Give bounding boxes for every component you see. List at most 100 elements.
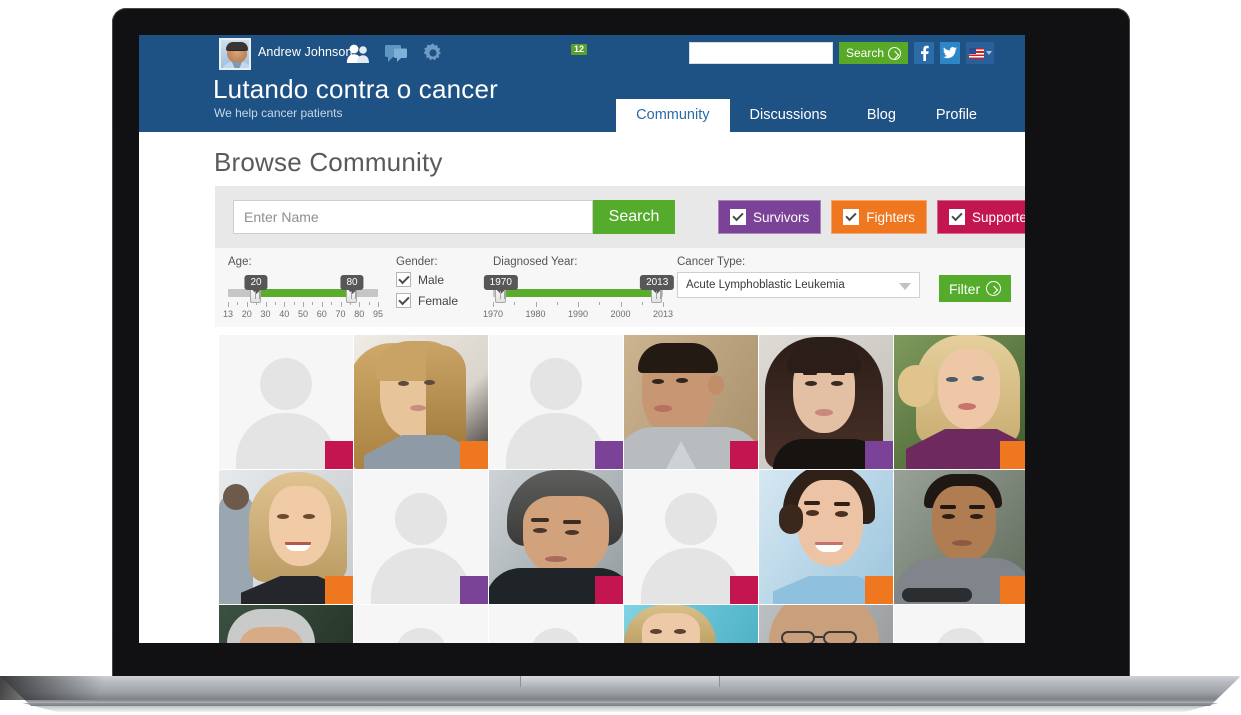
year-slider-handle-min[interactable]: 1970 [483, 275, 518, 303]
member-tile-placeholder[interactable] [489, 605, 623, 643]
checkbox-male-label: Male [418, 272, 445, 287]
chip-survivors-label: Survivors [753, 209, 810, 225]
member-tile-photo[interactable] [489, 470, 623, 604]
member-tile-placeholder[interactable] [894, 605, 1025, 643]
blonde-woman-teal-bg [624, 605, 758, 643]
page-title: Browse Community [214, 147, 443, 177]
chip-fighters[interactable]: Fighters [831, 200, 928, 234]
gear-icon[interactable] [422, 42, 444, 64]
filter-button[interactable]: Filter [939, 275, 1012, 302]
member-tile-photo[interactable] [759, 335, 893, 469]
slider-tick-label: 1980 [525, 309, 546, 319]
member-tile-photo[interactable] [894, 470, 1025, 604]
year-min-bubble: 1970 [483, 275, 518, 294]
twitter-icon[interactable] [940, 42, 960, 64]
community-photo-grid [219, 335, 1025, 643]
slider-tick [556, 302, 558, 305]
member-tile-placeholder[interactable] [624, 470, 758, 604]
cancer-type-value: Acute Lymphoblastic Leukemia [686, 279, 845, 291]
slider-tick [237, 302, 239, 305]
checkbox-female-box[interactable] [396, 293, 411, 308]
slider-tick [493, 302, 494, 307]
friends-icon[interactable]: 12 [346, 42, 588, 64]
slider-tick [265, 302, 267, 307]
member-tile-photo[interactable] [624, 605, 758, 643]
checkbox-survivors[interactable] [730, 209, 746, 225]
member-tile-photo[interactable] [624, 335, 758, 469]
placeholder-avatar-icon [489, 605, 623, 643]
member-tile-photo[interactable] [759, 605, 893, 643]
placeholder-avatar-icon [894, 605, 1025, 643]
arrow-right-icon [888, 46, 901, 60]
member-tile-photo[interactable] [759, 470, 893, 604]
avatar[interactable] [219, 38, 251, 70]
role-badge [460, 576, 488, 604]
age-label: Age: [228, 256, 252, 268]
gender-filter: Gender: Male Female [396, 256, 491, 314]
search-input[interactable] [233, 200, 593, 234]
age-range-slider[interactable]: 20 80 [228, 272, 378, 303]
tab-profile[interactable]: Profile [916, 99, 997, 133]
tab-community[interactable]: Community [616, 98, 730, 132]
tab-blog[interactable]: Blog [847, 99, 916, 133]
laptop-base-shading [0, 676, 140, 700]
member-tile-placeholder[interactable] [219, 335, 353, 469]
member-tile-photo[interactable] [354, 335, 488, 469]
slider-tick [378, 302, 379, 307]
slider-tick-label: 1970 [482, 309, 504, 319]
age-slider-handle-min[interactable]: 20 [244, 275, 268, 303]
member-tile-placeholder[interactable] [489, 335, 623, 469]
header-utility-bar: Andrew Johnson 12 Search [139, 35, 1025, 73]
search-button[interactable]: Search [593, 200, 675, 234]
role-badge [865, 576, 893, 604]
filter-panel: Age: 20 80 13 20 30 40 50 60 70 80 95 Ge… [215, 248, 1025, 327]
role-badge [595, 441, 623, 469]
checkbox-fighters[interactable] [843, 209, 860, 225]
cancer-type-select[interactable]: Acute Lymphoblastic Leukemia [677, 272, 920, 298]
header-search-group: Search [688, 42, 994, 64]
slider-tick-label: 20 [241, 309, 252, 319]
year-slider-tick-labels: 1970 1980 1990 2000 2013 [483, 309, 673, 321]
age-slider-fill [255, 289, 351, 297]
chip-fighters-label: Fighters [866, 209, 916, 225]
slider-tick [284, 302, 286, 307]
age-slider-handle-max[interactable]: 80 [340, 275, 364, 303]
gender-label: Gender: [396, 256, 438, 268]
age-max-bubble: 80 [340, 275, 364, 294]
brand-title: Lutando contra o cancer [213, 74, 499, 104]
member-tile-placeholder[interactable] [354, 470, 488, 604]
user-name[interactable]: Andrew Johnson [258, 45, 353, 59]
role-badge [460, 441, 488, 469]
header-search-button-label: Search [845, 46, 884, 60]
year-range-slider[interactable]: 1970 2013 [483, 272, 675, 303]
slider-tick-label: 30 [260, 309, 271, 319]
checkbox-female-label: Female [418, 293, 459, 308]
member-tile-photo[interactable] [219, 470, 353, 604]
chip-supporters[interactable]: Supporters [937, 200, 1025, 234]
member-tile-photo[interactable] [894, 335, 1025, 469]
slider-tick-label: 50 [297, 309, 309, 319]
slider-tick [321, 302, 323, 307]
slider-tick [312, 302, 314, 305]
year-slider-handle-max[interactable]: 2013 [640, 275, 675, 303]
age-min-bubble: 20 [244, 275, 268, 294]
slider-tick [514, 302, 516, 305]
checkbox-supporters[interactable] [949, 209, 966, 225]
arrow-right-icon [986, 281, 1002, 296]
header-search-button[interactable]: Search [838, 42, 908, 64]
elderly-man-glasses [759, 605, 893, 643]
facebook-icon[interactable] [914, 42, 934, 64]
header-search-input[interactable] [688, 42, 833, 64]
tab-discussions[interactable]: Discussions [730, 99, 847, 133]
checkbox-female[interactable]: Female [396, 293, 491, 308]
messages-icon[interactable] [384, 42, 410, 64]
role-badge [325, 576, 353, 604]
age-slider-ticks [228, 302, 379, 309]
member-tile-photo[interactable] [219, 605, 353, 643]
language-selector[interactable] [966, 42, 994, 64]
cancer-type-label: Cancer Type: [677, 256, 746, 268]
checkbox-male[interactable]: Male [396, 272, 491, 287]
chip-survivors[interactable]: Survivors [718, 200, 822, 234]
checkbox-male-box[interactable] [396, 272, 411, 287]
member-tile-placeholder[interactable] [354, 605, 488, 643]
